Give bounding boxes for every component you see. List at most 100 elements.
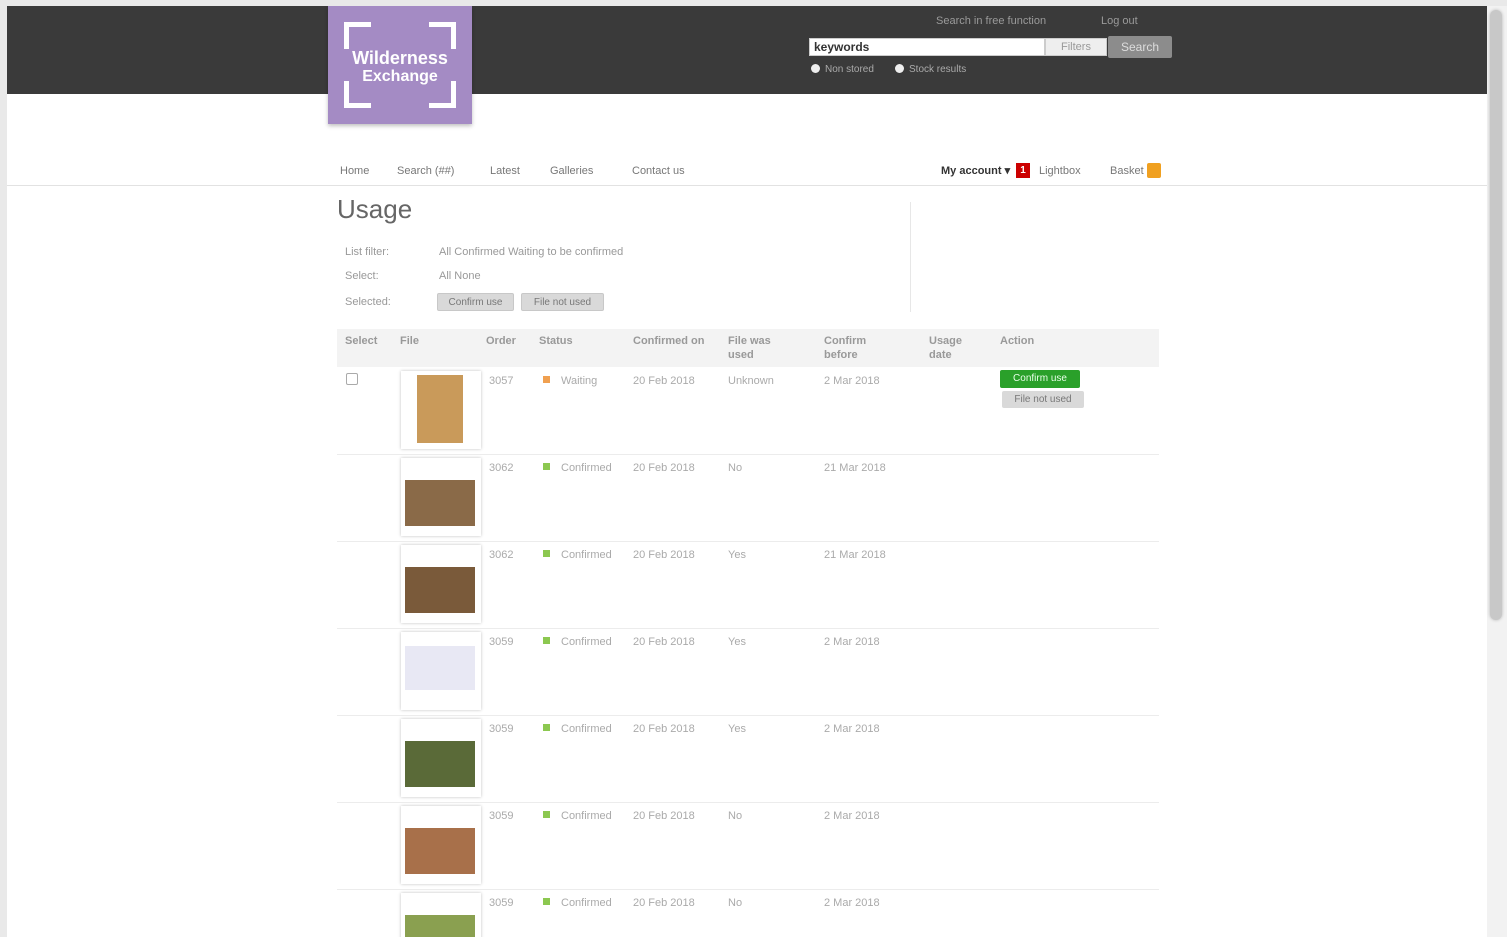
status-text: Confirmed: [561, 897, 612, 909]
browser-viewport: Search in free function Log out keywords…: [7, 6, 1487, 937]
file-was-used: No: [728, 462, 743, 474]
nav-latest[interactable]: Latest: [490, 165, 520, 177]
file-not-used-button[interactable]: File not used: [1002, 391, 1084, 408]
table-row: 3059 Confirmed 20 Feb 2018 Yes 2 Mar 2018: [337, 628, 1159, 716]
nav-search[interactable]: Search (##): [397, 165, 454, 177]
file-was-used: No: [728, 897, 743, 909]
col-select: Select: [345, 335, 378, 347]
confirm-before: 2 Mar 2018: [824, 810, 880, 822]
list-filter-label: List filter:: [345, 246, 390, 258]
logo-corner: [344, 22, 371, 49]
row-select-checkbox[interactable]: [346, 373, 358, 385]
table-row: 3062 Confirmed 20 Feb 2018 No 21 Mar 2018: [337, 454, 1159, 542]
status-text: Confirmed: [561, 723, 612, 735]
radio-label: Non stored: [825, 64, 874, 75]
thumbnail-image: [405, 480, 475, 526]
status-dot-icon: [543, 463, 550, 470]
header-bar: Search in free function Log out keywords…: [7, 6, 1487, 94]
radio-icon: [811, 64, 820, 73]
file-thumbnail[interactable]: [401, 806, 481, 884]
confirm-before: 2 Mar 2018: [824, 723, 880, 735]
site-logo[interactable]: Wilderness Exchange: [328, 6, 472, 124]
col-confirmed-on: Confirmed on: [633, 335, 705, 347]
confirm-before: 21 Mar 2018: [824, 462, 886, 474]
status-dot-icon: [543, 811, 550, 818]
file-was-used: Yes: [728, 549, 746, 561]
confirmed-on: 20 Feb 2018: [633, 810, 695, 822]
logo-text-line2: Exchange: [362, 68, 438, 85]
table-row: 3057 Waiting 20 Feb 2018 Unknown 2 Mar 2018 C…: [337, 367, 1159, 455]
confirmed-on: 20 Feb 2018: [633, 723, 695, 735]
select-label: Select:: [345, 270, 379, 282]
file-thumbnail[interactable]: [401, 719, 481, 797]
nav-home[interactable]: Home: [340, 165, 369, 177]
file-thumbnail[interactable]: [401, 545, 481, 623]
status-text: Confirmed: [561, 636, 612, 648]
notification-badge[interactable]: 1: [1016, 163, 1030, 178]
nav-contact[interactable]: Contact us: [632, 165, 685, 177]
confirm-use-selected-button[interactable]: Confirm use: [437, 293, 514, 311]
file-not-used-selected-button[interactable]: File not used: [521, 293, 604, 311]
confirm-before: 2 Mar 2018: [824, 636, 880, 648]
page-title: Usage: [337, 194, 413, 224]
file-thumbnail[interactable]: [401, 893, 481, 937]
order-number[interactable]: 3062: [489, 549, 513, 561]
confirmed-on: 20 Feb 2018: [633, 462, 695, 474]
confirm-use-button[interactable]: Confirm use: [1000, 370, 1080, 388]
search-button[interactable]: Search: [1108, 36, 1172, 58]
nav-basket[interactable]: Basket: [1110, 165, 1144, 177]
basket-icon[interactable]: [1147, 163, 1161, 178]
select-options[interactable]: All None: [439, 270, 481, 282]
status-text: Confirmed: [561, 810, 612, 822]
radio-non-stored[interactable]: Non stored: [811, 64, 874, 75]
my-account-menu[interactable]: My account ▾: [941, 164, 1010, 177]
chevron-down-icon: ▾: [1001, 165, 1011, 177]
main-nav: Home Search (##) Latest Galleries Contac…: [7, 153, 1487, 186]
order-number[interactable]: 3062: [489, 462, 513, 474]
search-input[interactable]: keywords: [809, 38, 1045, 56]
status-dot-icon: [543, 898, 550, 905]
table-row: 3059 Confirmed 20 Feb 2018 Yes 2 Mar 2018: [337, 715, 1159, 803]
table-row: 3059 Confirmed 20 Feb 2018 No 2 Mar 2018: [337, 802, 1159, 890]
thumbnail-image: [405, 646, 475, 690]
top-link-logout[interactable]: Log out: [1101, 15, 1138, 27]
col-file: File: [400, 335, 419, 347]
scrollbar-thumb[interactable]: [1490, 10, 1502, 620]
file-thumbnail[interactable]: [401, 632, 481, 710]
divider: [910, 202, 911, 312]
file-was-used: Yes: [728, 636, 746, 648]
file-thumbnail[interactable]: [401, 371, 481, 449]
thumbnail-image: [405, 567, 475, 613]
confirmed-on: 20 Feb 2018: [633, 636, 695, 648]
confirmed-on: 20 Feb 2018: [633, 549, 695, 561]
confirm-before: 2 Mar 2018: [824, 897, 880, 909]
status-text: Confirmed: [561, 549, 612, 561]
file-thumbnail[interactable]: [401, 458, 481, 536]
order-number[interactable]: 3057: [489, 375, 513, 387]
thumbnail-image: [405, 828, 475, 874]
order-number[interactable]: 3059: [489, 723, 513, 735]
col-confirm-before: Confirm before: [824, 335, 867, 361]
top-link-search-help[interactable]: Search in free function: [936, 15, 1046, 27]
status-text: Confirmed: [561, 462, 612, 474]
nav-galleries[interactable]: Galleries: [550, 165, 593, 177]
order-number[interactable]: 3059: [489, 636, 513, 648]
order-number[interactable]: 3059: [489, 897, 513, 909]
confirmed-on: 20 Feb 2018: [633, 897, 695, 909]
radio-stock-results[interactable]: Stock results: [895, 64, 966, 75]
scrollbar[interactable]: [1487, 6, 1507, 937]
col-file-was-used: File was used: [728, 335, 771, 361]
list-filter-options[interactable]: All Confirmed Waiting to be confirmed: [439, 246, 623, 258]
status-dot-icon: [543, 637, 550, 644]
logo-text-line1: Wilderness: [352, 48, 448, 68]
status-text: Waiting: [561, 375, 598, 387]
file-was-used: No: [728, 810, 743, 822]
selected-label: Selected:: [345, 296, 391, 308]
nav-lightbox[interactable]: Lightbox: [1039, 165, 1081, 177]
confirm-before: 21 Mar 2018: [824, 549, 886, 561]
table-header: Select File Order Status Confirmed on Fi…: [337, 329, 1159, 367]
search-filters-dropdown[interactable]: Filters: [1045, 38, 1107, 56]
confirm-before: 2 Mar 2018: [824, 375, 880, 387]
radio-icon: [895, 64, 904, 73]
order-number[interactable]: 3059: [489, 810, 513, 822]
